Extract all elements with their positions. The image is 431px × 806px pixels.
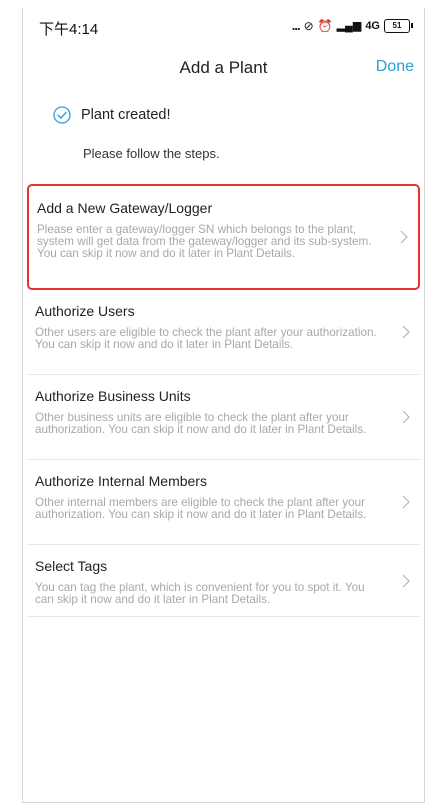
- step-authorize-business-units[interactable]: Authorize Business Units Other business …: [27, 375, 420, 460]
- chevron-right-icon: [402, 495, 410, 509]
- step-authorize-users[interactable]: Authorize Users Other users are eligible…: [27, 290, 420, 375]
- step-description: Other internal members are eligible to c…: [35, 496, 367, 521]
- step-description: Please enter a gateway/logger SN which b…: [37, 223, 372, 260]
- step-title: Select Tags: [35, 558, 108, 574]
- success-message: Plant created!: [81, 107, 171, 123]
- step-title: Authorize Internal Members: [35, 473, 207, 489]
- chevron-right-icon: [400, 230, 408, 244]
- signal-icon: ▂▄▆: [336, 20, 362, 32]
- done-button[interactable]: Done: [376, 58, 414, 76]
- step-description: Other business units are eligible to che…: [35, 411, 367, 436]
- success-banner: Plant created!: [53, 106, 170, 124]
- step-add-gateway-logger[interactable]: Add a New Gateway/Logger Please enter a …: [27, 184, 420, 290]
- more-dots-icon: ...: [291, 18, 301, 33]
- success-subtext: Please follow the steps.: [83, 146, 220, 161]
- step-title: Authorize Business Units: [35, 388, 191, 404]
- page-title: Add a Plant: [179, 58, 268, 77]
- step-description: Other users are eligible to check the pl…: [35, 326, 377, 351]
- navigation-bar: Add a Plant Done: [23, 48, 424, 88]
- step-select-tags[interactable]: Select Tags You can tag the plant, which…: [27, 545, 420, 617]
- battery-icon: 51: [384, 18, 413, 33]
- step-title: Add a New Gateway/Logger: [37, 200, 213, 216]
- alarm-icon: ⏰: [317, 18, 333, 33]
- status-time: 下午4:14: [39, 21, 99, 38]
- network-label: 4G: [365, 19, 380, 32]
- step-title: Authorize Users: [35, 303, 135, 319]
- chevron-right-icon: [402, 325, 410, 339]
- steps-list: Add a New Gateway/Logger Please enter a …: [27, 184, 420, 617]
- step-authorize-internal-members[interactable]: Authorize Internal Members Other interna…: [27, 460, 420, 545]
- status-bar: 下午4:14 ... ⊘ ⏰ ▂▄▆ 4G 51: [23, 8, 424, 48]
- check-circle-icon: [53, 106, 71, 124]
- app-screen: 下午4:14 ... ⊘ ⏰ ▂▄▆ 4G 51 Add a Plant Don…: [22, 8, 425, 803]
- chevron-right-icon: [402, 410, 410, 424]
- chevron-right-icon: [402, 574, 410, 587]
- mute-icon: ⊘: [303, 18, 314, 33]
- step-description: You can tag the plant, which is convenie…: [35, 581, 365, 606]
- status-icons: ... ⊘ ⏰ ▂▄▆ 4G 51: [291, 18, 413, 33]
